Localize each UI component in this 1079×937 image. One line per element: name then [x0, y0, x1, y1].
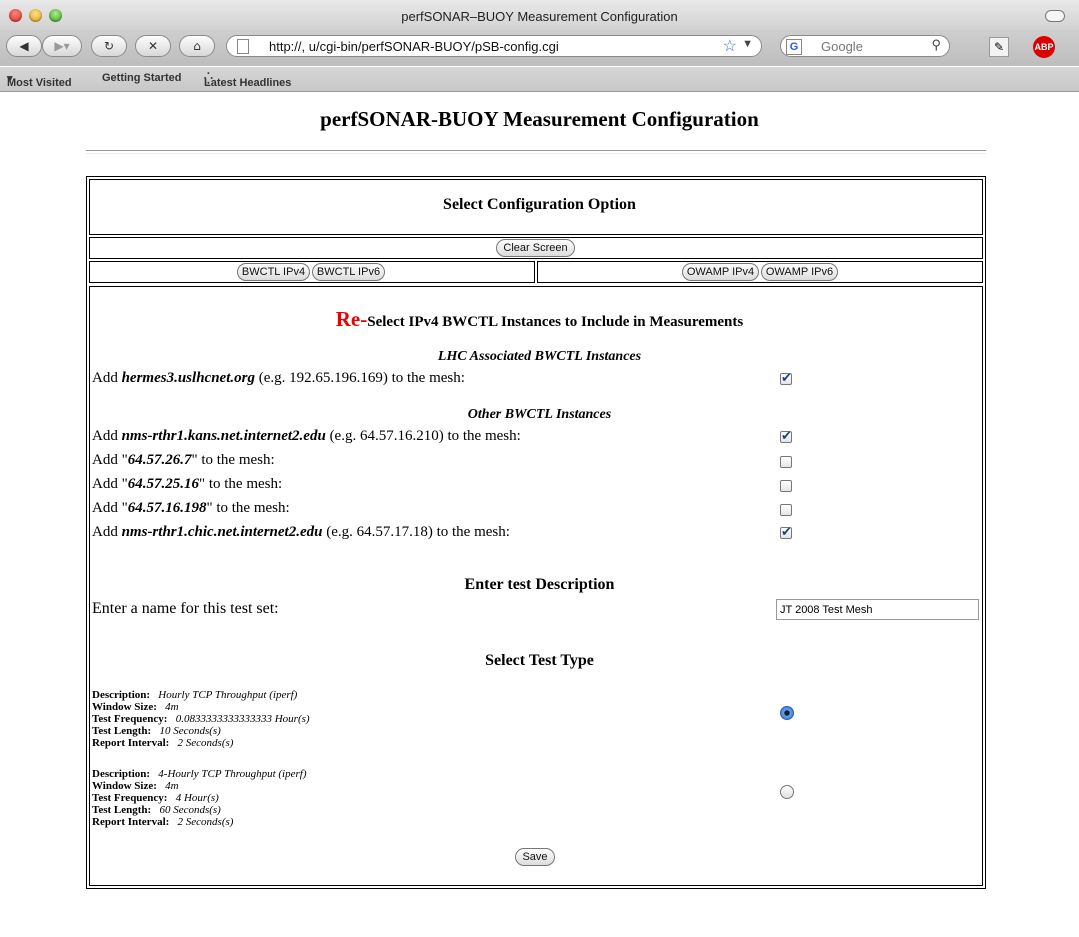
window-titlebar: perfSONAR–BUOY Measurement Configuration	[0, 0, 1079, 34]
bookmark-latest-headlines[interactable]: Latest Headlines ⁛	[204, 72, 291, 89]
test-option-4-hourly: Description: 4-Hourly TCP Throughput (ip…	[92, 768, 307, 828]
test-radio-4-hourly[interactable]	[780, 785, 794, 799]
mesh-row-chic: Add nms-rthr1.chic.net.internet2.edu (e.…	[92, 524, 510, 540]
test-option-hourly: Description: Hourly TCP Throughput (iper…	[92, 689, 310, 749]
mesh-row-kans: Add nms-rthr1.kans.net.internet2.edu (e.…	[92, 428, 521, 444]
bookmarks-bar: Most Visited ▾ Getting Started Latest He…	[0, 67, 1079, 92]
select-option-heading: Select Configuration Option	[443, 196, 636, 213]
mesh-checkbox-hermes3[interactable]	[780, 370, 792, 386]
lhc-heading: LHC Associated BWCTL Instances	[437, 349, 642, 364]
reselect-heading: Re-Select IPv4 BWCTL Instances to Includ…	[0, 307, 1079, 332]
test-radio-hourly[interactable]	[780, 706, 794, 720]
address-bar[interactable]: http://, u/cgi-bin/perfSONAR-BUOY/pSB-co…	[226, 35, 762, 57]
window-title: perfSONAR–BUOY Measurement Configuration	[401, 9, 678, 24]
browser-toolbar: ◀ ▶▾ ↻ ✕ ⌂ http://, u/cgi-bin/perfSONAR-…	[0, 30, 1079, 66]
save-button[interactable]: Save	[515, 848, 555, 866]
bookmark-getting-started[interactable]: Getting Started	[102, 72, 181, 84]
back-button[interactable]: ◀	[6, 35, 42, 57]
bookmark-star-icon[interactable]: ☆	[723, 36, 737, 56]
test-name-input[interactable]	[776, 599, 979, 620]
mesh-row-64-57-16-198: Add "64.57.16.198" to the mesh:	[92, 500, 290, 516]
mesh-checkbox-chic[interactable]	[780, 524, 792, 540]
mesh-checkbox-64-57-25-16[interactable]	[780, 480, 792, 492]
toolbar-toggle-button[interactable]	[1045, 10, 1065, 22]
history-dropdown-icon[interactable]: ▼	[742, 38, 753, 50]
search-input[interactable]: Google ⚲	[780, 35, 950, 57]
adblock-icon[interactable]: ABP	[1033, 36, 1055, 58]
clear-screen-button[interactable]: Clear Screen	[496, 239, 575, 257]
mesh-row-hermes3: Add hermes3.uslhcnet.org (e.g. 192.65.19…	[92, 370, 465, 386]
owamp-ipv4-button[interactable]: OWAMP IPv4	[682, 263, 759, 281]
owamp-ipv6-button[interactable]: OWAMP IPv6	[761, 263, 838, 281]
mesh-checkbox-kans[interactable]	[780, 428, 792, 444]
owamp-cell	[537, 261, 983, 283]
notes-icon[interactable]: ✎	[989, 37, 1009, 57]
mesh-row-64-57-25-16: Add "64.57.25.16" to the mesh:	[92, 476, 283, 492]
home-button[interactable]: ⌂	[179, 35, 215, 57]
other-heading: Other BWCTL Instances	[467, 407, 612, 422]
mesh-row-64-57-26-7: Add "64.57.26.7" to the mesh:	[92, 452, 275, 468]
forward-button[interactable]: ▶▾	[42, 35, 82, 57]
type-heading: Select Test Type	[485, 652, 594, 669]
mesh-checkbox-64-57-26-7[interactable]	[780, 456, 792, 468]
address-text: http://, u/cgi-bin/perfSONAR-BUOY/pSB-co…	[269, 39, 559, 54]
search-engine-google-icon[interactable]: G	[786, 39, 802, 55]
reload-button[interactable]: ↻	[91, 35, 127, 57]
search-placeholder: Google	[821, 39, 863, 54]
reselect-heading-text: Select IPv4 BWCTL Instances to Include i…	[367, 314, 744, 330]
reselect-prefix: Re-	[335, 307, 368, 331]
horizontal-rule	[86, 150, 986, 154]
search-icon[interactable]: ⚲	[931, 37, 941, 53]
host-name: hermes3.uslhcnet.org	[121, 370, 255, 386]
mesh-checkbox-64-57-16-198[interactable]	[780, 504, 792, 516]
name-label: Enter a name for this test set:	[92, 600, 279, 617]
page-icon	[237, 39, 249, 54]
bwctl-ipv4-button[interactable]: BWCTL IPv4	[237, 263, 310, 281]
page-title: perfSONAR-BUOY Measurement Configuration	[320, 107, 759, 131]
desc-heading: Enter test Description	[464, 576, 615, 593]
bwctl-ipv6-button[interactable]: BWCTL IPv6	[312, 263, 385, 281]
stop-button[interactable]: ✕	[135, 35, 171, 57]
bookmark-most-visited[interactable]: Most Visited ▾	[7, 72, 72, 89]
